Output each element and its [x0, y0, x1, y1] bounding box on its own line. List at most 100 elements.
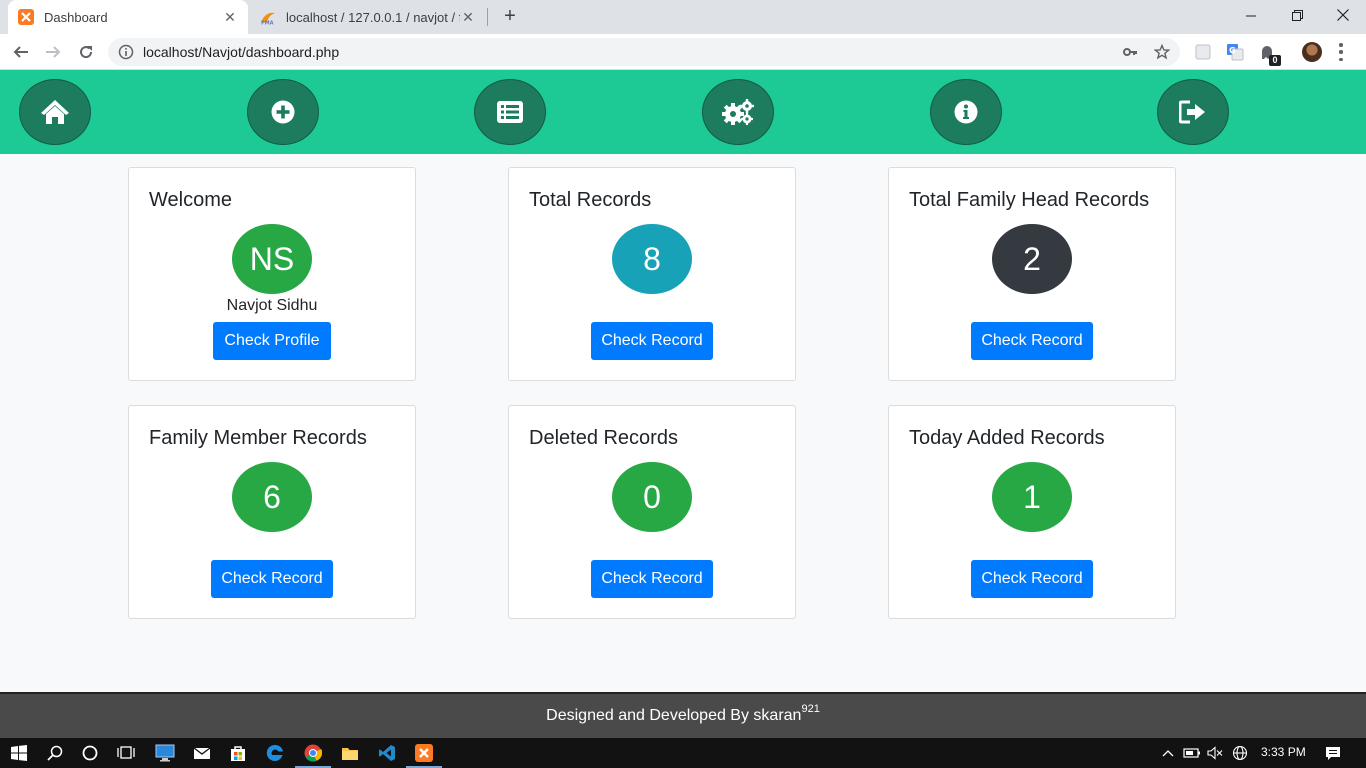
new-tab-button[interactable]: + [499, 6, 521, 28]
edge-browser-icon [266, 744, 283, 761]
user-name: Navjot Sidhu [226, 297, 318, 314]
card-title: Welcome [149, 189, 232, 211]
card-welcome: Welcome NS Navjot Sidhu Check Profile [128, 167, 416, 381]
check-record-button[interactable]: Check Record [971, 560, 1093, 598]
today-added-count: 1 [992, 462, 1072, 532]
translate-icon[interactable]: G [1226, 43, 1244, 61]
card-family-member-records: Family Member Records 6 Check Record [128, 405, 416, 619]
cortana-circle-icon [82, 745, 98, 761]
extension-badge: 0 [1269, 55, 1281, 66]
card-today-added-records: Today Added Records 1 Check Record [888, 405, 1176, 619]
minimize-icon [1245, 15, 1256, 16]
card-total-records: Total Records 8 Check Record [508, 167, 796, 381]
card-title: Today Added Records [909, 427, 1105, 449]
start-button[interactable] [9, 743, 29, 763]
svg-text:PMA: PMA [261, 21, 274, 26]
task-view-icon [117, 746, 135, 759]
notification-icon [1326, 747, 1340, 760]
sign-out-icon [1179, 100, 1205, 124]
forward-button[interactable] [40, 39, 66, 65]
card-title: Deleted Records [529, 427, 678, 449]
taskbar-clock[interactable]: 3:33 PM [1261, 745, 1306, 759]
nav-settings-button[interactable] [702, 79, 774, 145]
battery-tray-button[interactable] [1182, 743, 1202, 763]
check-record-button[interactable]: Check Record [211, 560, 333, 598]
back-button[interactable] [8, 39, 34, 65]
tab-phpmyadmin[interactable]: PMA localhost / 127.0.0.1 / navjot / far… [250, 0, 486, 34]
address-bar[interactable]: localhost/Navjot/dashboard.php [108, 38, 1180, 66]
card-title: Total Records [529, 189, 652, 211]
tab-title: Dashboard [44, 9, 108, 25]
key-icon[interactable] [1122, 44, 1138, 60]
volume-muted-icon [1207, 746, 1223, 760]
search-button[interactable] [45, 743, 65, 763]
cortana-button[interactable] [80, 743, 100, 763]
show-hidden-icons-button[interactable] [1158, 743, 1178, 763]
store-bag-icon [231, 746, 245, 761]
chevron-up-icon [1162, 750, 1174, 757]
page-footer: Designed and Developed By skaran 921 [0, 692, 1366, 738]
total-records-count: 8 [612, 224, 692, 294]
extension-icon[interactable] [1194, 43, 1212, 61]
phpmyadmin-favicon-icon: PMA [261, 12, 275, 26]
vscode-icon [379, 745, 395, 761]
close-tab-icon[interactable]: ✕ [460, 9, 476, 25]
taskbar-mail[interactable] [192, 743, 212, 763]
browser-menu-button[interactable] [1338, 43, 1344, 61]
close-window-button[interactable] [1320, 0, 1366, 30]
info-circle-icon [954, 100, 978, 124]
nav-records-button[interactable] [474, 79, 546, 145]
close-tab-icon[interactable]: ✕ [222, 9, 238, 25]
browser-toolbar: localhost/Navjot/dashboard.php G 0 [0, 34, 1366, 70]
taskbar-store[interactable] [228, 743, 248, 763]
taskbar-file-explorer[interactable] [340, 743, 360, 763]
taskbar-this-pc[interactable] [155, 743, 175, 763]
task-view-button[interactable] [116, 743, 136, 763]
check-record-button[interactable]: Check Record [971, 322, 1093, 360]
nav-info-button[interactable] [930, 79, 1002, 145]
taskbar-vscode[interactable] [377, 743, 397, 763]
url-text: localhost/Navjot/dashboard.php [143, 44, 340, 60]
home-icon [41, 100, 69, 124]
card-deleted-records: Deleted Records 0 Check Record [508, 405, 796, 619]
site-info-icon[interactable] [118, 44, 134, 60]
top-navbar [0, 70, 1366, 154]
monitor-icon [155, 744, 175, 762]
minimize-button[interactable] [1228, 0, 1274, 30]
gears-icon [722, 99, 754, 125]
bookmark-star-icon[interactable] [1154, 44, 1170, 60]
volume-tray-button[interactable] [1205, 743, 1225, 763]
taskbar-chrome[interactable] [295, 743, 331, 768]
reload-button[interactable] [73, 39, 99, 65]
check-profile-button[interactable]: Check Profile [213, 322, 331, 360]
network-tray-button[interactable] [1230, 743, 1250, 763]
battery-icon [1183, 748, 1200, 758]
folder-icon [342, 748, 358, 760]
restore-button[interactable] [1274, 0, 1320, 30]
taskbar-edge[interactable] [265, 743, 285, 763]
card-family-head-records: Total Family Head Records 2 Check Record [888, 167, 1176, 381]
mail-icon [193, 747, 211, 759]
list-icon [497, 101, 523, 123]
nav-logout-button[interactable] [1157, 79, 1229, 145]
tab-dashboard[interactable]: Dashboard ✕ [8, 0, 248, 34]
taskbar-xampp[interactable] [406, 743, 442, 768]
profile-avatar[interactable] [1302, 42, 1322, 62]
nav-home-button[interactable] [19, 79, 91, 145]
plus-circle-icon [271, 100, 295, 124]
check-record-button[interactable]: Check Record [591, 322, 713, 360]
forward-arrow-icon [46, 46, 61, 58]
card-title: Family Member Records [149, 427, 367, 449]
action-center-button[interactable] [1323, 743, 1343, 763]
tab-divider [487, 8, 488, 26]
family-head-count: 2 [992, 224, 1072, 294]
windows-logo-icon [11, 745, 27, 761]
footer-superscript: 921 [801, 703, 820, 715]
search-icon [47, 745, 63, 761]
browser-tab-strip: Dashboard ✕ PMA localhost / 127.0.0.1 / … [0, 0, 1366, 34]
nav-add-button[interactable] [247, 79, 319, 145]
check-record-button[interactable]: Check Record [591, 560, 713, 598]
family-member-count: 6 [232, 462, 312, 532]
card-title: Total Family Head Records [909, 189, 1150, 211]
close-icon [1337, 9, 1349, 21]
